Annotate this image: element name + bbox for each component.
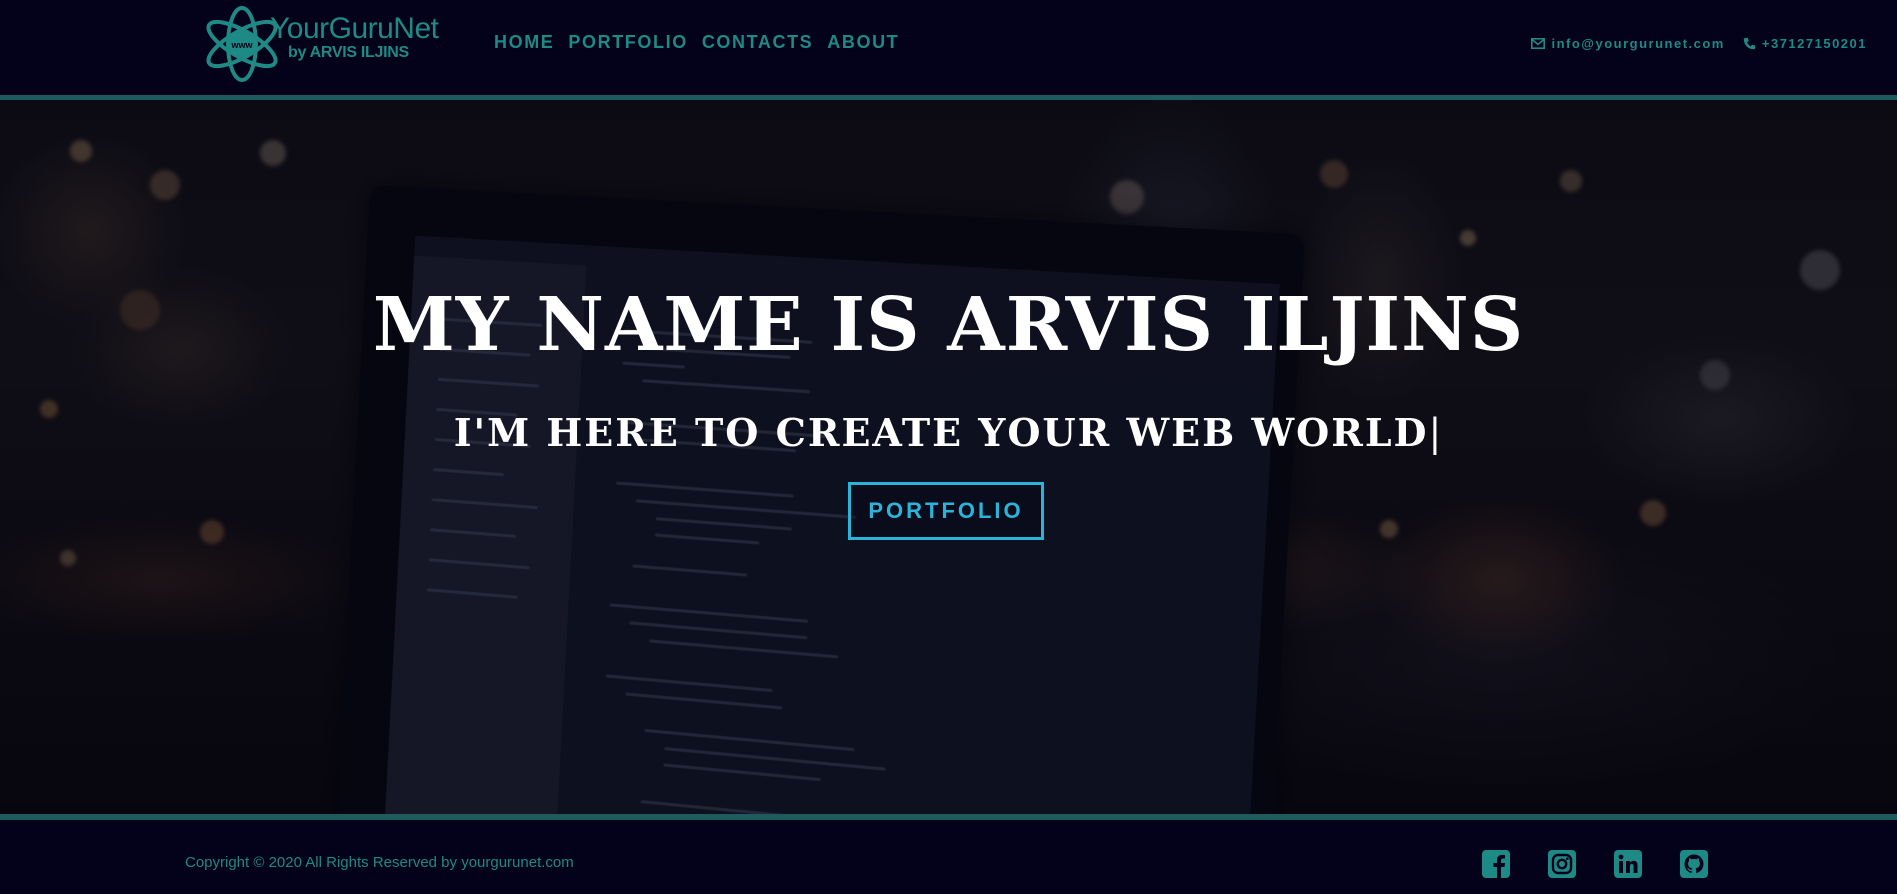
hero-subtitle: I'M HERE TO CREATE YOUR WEB WORLD| [0, 410, 1897, 455]
phone-icon [1743, 37, 1756, 50]
email-contact[interactable]: info@yourgurunet.com [1531, 36, 1724, 51]
linkedin-icon[interactable] [1614, 850, 1642, 878]
logo-globe-text: www [230, 40, 253, 50]
envelope-icon [1531, 38, 1546, 49]
logo-subtitle: by ARVIS ILJINS [288, 44, 409, 61]
phone-contact[interactable]: +37127150201 [1743, 36, 1867, 51]
instagram-icon[interactable] [1548, 850, 1576, 878]
nav-portfolio-link[interactable]: PORTFOLIO [568, 32, 687, 53]
main-nav: HOME PORTFOLIO CONTACTS ABOUT [494, 32, 899, 53]
github-icon[interactable] [1680, 850, 1708, 878]
hero-title: MY NAME IS ARVIS ILJINS [372, 282, 1525, 368]
nav-contacts-link[interactable]: CONTACTS [702, 32, 813, 53]
site-footer: Copyright © 2020 All Rights Reserved by … [0, 820, 1897, 894]
header-contacts: info@yourgurunet.com +37127150201 [1531, 36, 1867, 51]
facebook-icon[interactable] [1482, 850, 1510, 878]
portfolio-button[interactable]: PORTFOLIO [848, 482, 1044, 540]
typing-cursor: | [1428, 411, 1444, 455]
hero-dark-overlay [0, 100, 1897, 814]
logo-title: YourGuruNet [270, 12, 439, 45]
social-links [1482, 850, 1708, 878]
hero-section: MY NAME IS ARVIS ILJINS I'M HERE TO CREA… [0, 95, 1897, 820]
site-header: www YourGuruNet by ARVIS ILJINS HOME POR… [0, 0, 1897, 95]
nav-home-link[interactable]: HOME [494, 32, 554, 53]
nav-about-link[interactable]: ABOUT [827, 32, 899, 53]
copyright-text: Copyright © 2020 All Rights Reserved by … [185, 854, 574, 871]
hero-subtitle-text: I'M HERE TO CREATE YOUR WEB WORLD [453, 410, 1429, 455]
email-text: info@yourgurunet.com [1551, 36, 1725, 51]
site-logo[interactable]: www YourGuruNet by ARVIS ILJINS [200, 6, 450, 84]
phone-text: +37127150201 [1761, 36, 1867, 51]
